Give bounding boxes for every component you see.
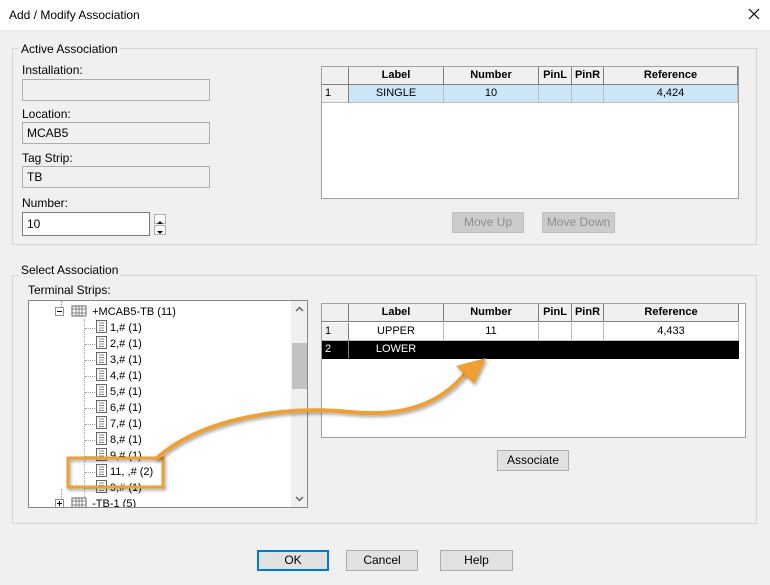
cancel-button[interactable]: Cancel xyxy=(346,550,418,571)
callout-arrow xyxy=(155,368,470,460)
help-button[interactable]: Help xyxy=(440,550,513,571)
ok-button[interactable]: OK xyxy=(257,550,329,571)
callout-overlay xyxy=(66,358,486,489)
callout-highlight-box xyxy=(66,456,165,489)
